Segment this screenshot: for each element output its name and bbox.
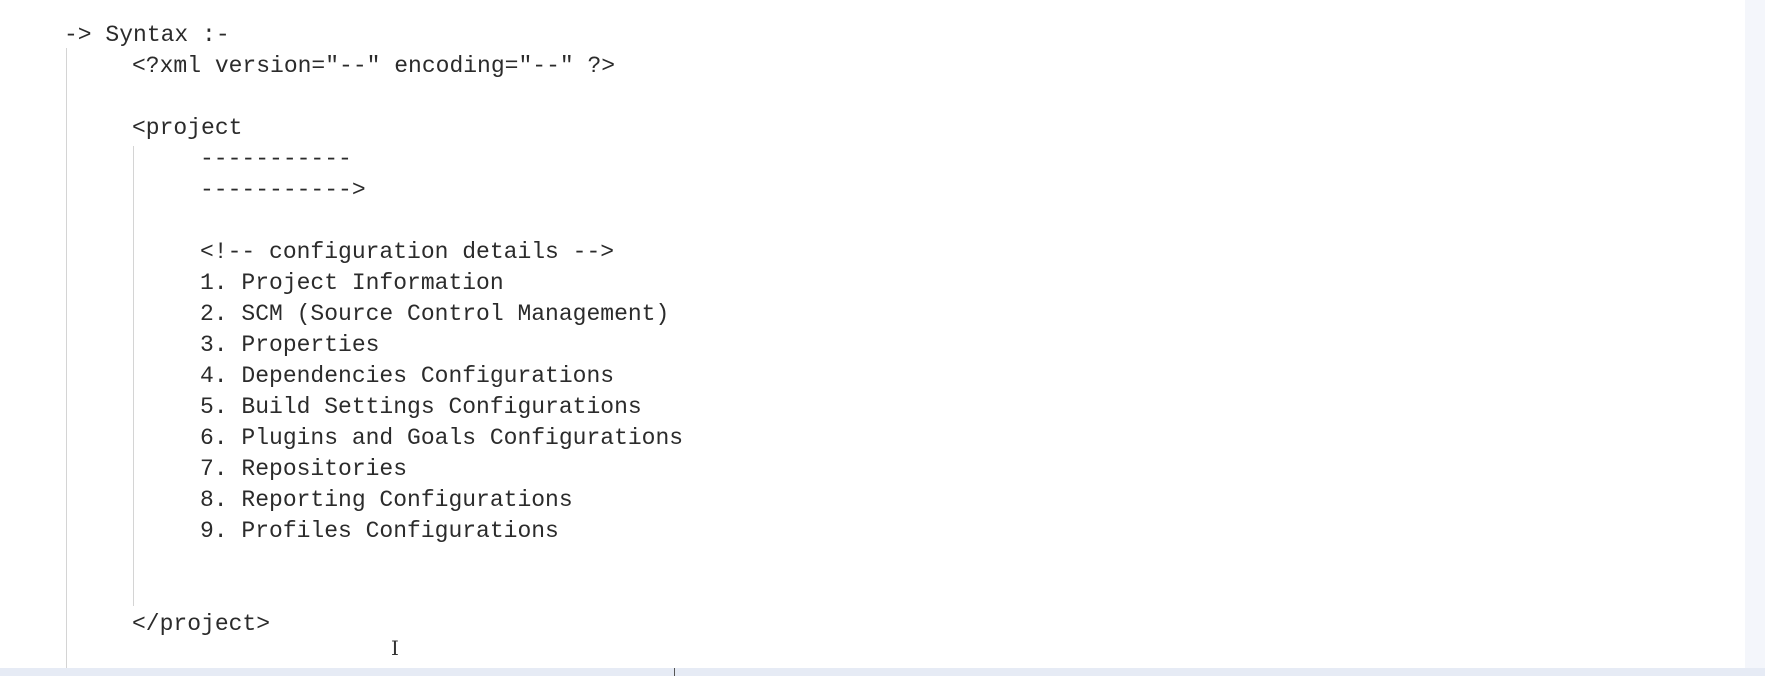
attribute-placeholder-2: -----------> — [200, 177, 366, 203]
horizontal-scrollbar[interactable] — [0, 668, 1765, 676]
list-item: 5. Build Settings Configurations — [200, 394, 642, 420]
xml-declaration: <?xml version="--" encoding="--" ?> — [132, 53, 616, 79]
list-item: 6. Plugins and Goals Configurations — [200, 425, 684, 451]
project-open-tag: <project — [132, 115, 243, 141]
list-item: 7. Repositories — [200, 456, 408, 482]
scroll-caret-mark — [674, 668, 675, 676]
list-item: 4. Dependencies Configurations — [200, 363, 615, 389]
attribute-placeholder-1: ----------- — [200, 146, 352, 172]
project-close-tag: </project> — [132, 611, 271, 637]
indent-guide-inner — [133, 146, 134, 606]
list-item: 2. SCM (Source Control Management) — [200, 301, 670, 327]
text-cursor-icon: I — [391, 636, 399, 660]
list-item: 3. Properties — [200, 332, 380, 358]
syntax-heading: -> Syntax :- — [64, 22, 230, 48]
list-item: 8. Reporting Configurations — [200, 487, 573, 513]
list-item: 9. Profiles Configurations — [200, 518, 559, 544]
indent-guide-outer — [66, 48, 67, 668]
vertical-scrollbar[interactable] — [1745, 0, 1765, 676]
list-item: 1. Project Information — [200, 270, 504, 296]
code-editor[interactable]: -> Syntax :- <?xml version="--" encoding… — [0, 0, 1765, 676]
config-comment: <!-- configuration details --> — [200, 239, 615, 265]
